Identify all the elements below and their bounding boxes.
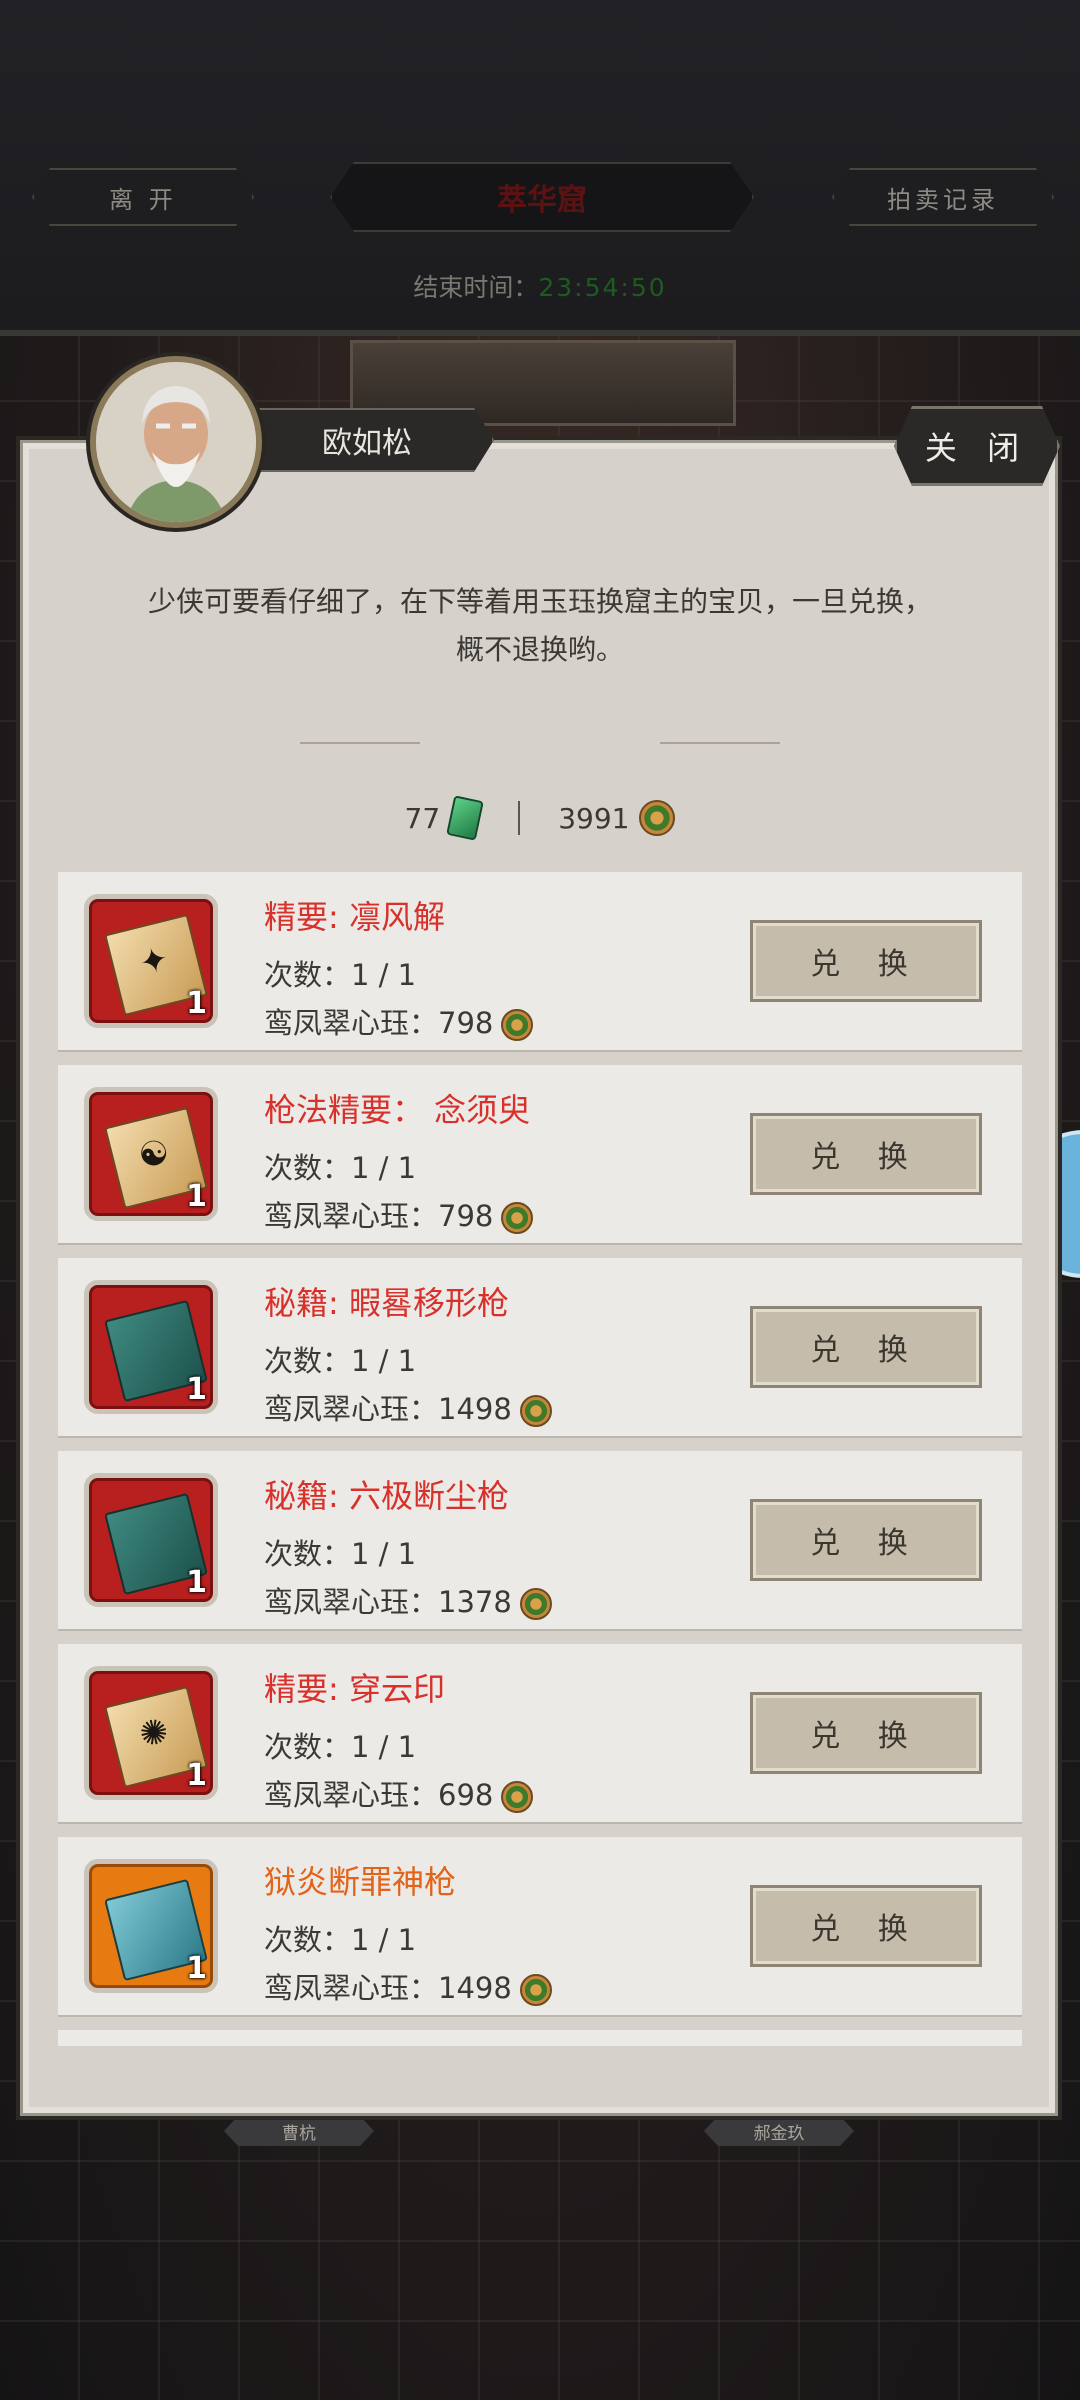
currency-separator bbox=[518, 801, 521, 835]
item-icon[interactable]: ☯ 1 bbox=[84, 1087, 218, 1221]
item-name: 精要: 凛风解 bbox=[264, 898, 445, 936]
end-time-label: 结束时间： bbox=[413, 273, 539, 302]
item-name: 狱炎断罪神枪 bbox=[264, 1863, 457, 1901]
jade-coin-icon bbox=[501, 1781, 534, 1813]
exchange-list[interactable]: ✦ 1 精要: 凛风解 次数：1 / 1 鸾凤翠心珏：798 兑 换 ☯ 1 枪… bbox=[44, 858, 1036, 2046]
jade-coin-icon bbox=[519, 1588, 552, 1620]
book-glyph-icon: ✺ bbox=[135, 1710, 173, 1757]
coin-amount: 3991 bbox=[558, 801, 630, 835]
board-tag-right: 郝金玖 bbox=[704, 2116, 854, 2146]
end-time: 结束时间：23:54:50 bbox=[0, 268, 1080, 304]
message-line-2: 概不退换哟。 bbox=[455, 633, 624, 666]
auction-records-button[interactable]: 拍卖记录 bbox=[832, 168, 1054, 226]
currency-bar: 77 3991 bbox=[0, 795, 1080, 841]
item-cost: 鸾凤翠心珏：698 bbox=[264, 1772, 534, 1814]
cost-value: 798 bbox=[438, 1006, 494, 1040]
board-tag-left: 曹杭 bbox=[224, 2116, 374, 2146]
exchange-button[interactable]: 兑 换 bbox=[750, 1113, 982, 1195]
leave-button[interactable]: 离 开 bbox=[32, 168, 254, 226]
item-icon[interactable]: 1 bbox=[84, 1280, 218, 1414]
item-times: 次数：1 / 1 bbox=[264, 1730, 417, 1764]
book-glyph-icon: ☯ bbox=[134, 1131, 174, 1178]
divider-right bbox=[660, 742, 780, 744]
npc-message: 少侠可要看仔细了，在下等着用玉珏换窟主的宝贝，一旦兑换， 概不退换哟。 bbox=[60, 578, 1020, 674]
item-times: 次数：1 / 1 bbox=[264, 1537, 417, 1571]
item-times: 次数：1 / 1 bbox=[264, 1923, 417, 1957]
item-name: 精要: 穿云印 bbox=[264, 1670, 445, 1708]
close-button[interactable]: 关 闭 bbox=[894, 406, 1060, 486]
exchange-button[interactable]: 兑 换 bbox=[750, 1499, 982, 1581]
item-icon[interactable]: ✦ 1 bbox=[84, 894, 218, 1028]
end-time-value: 23:54:50 bbox=[538, 273, 667, 302]
cost-label: 鸾凤翠心珏： bbox=[264, 1585, 439, 1619]
item-cost: 鸾凤翠心珏：798 bbox=[264, 1000, 534, 1042]
item-count: 1 bbox=[186, 1758, 207, 1793]
item-icon[interactable]: ✺ 1 bbox=[84, 1666, 218, 1800]
book-glyph-icon bbox=[132, 1326, 176, 1370]
book-glyph-icon bbox=[132, 1519, 176, 1563]
item-count: 1 bbox=[186, 1951, 207, 1986]
list-item-partial bbox=[58, 2030, 1022, 2046]
cost-value: 698 bbox=[438, 1778, 494, 1812]
item-name: 秘籍: 暇晷移形枪 bbox=[264, 1284, 509, 1322]
item-count: 1 bbox=[186, 1179, 207, 1214]
jade-token-icon bbox=[446, 795, 485, 841]
cost-value: 1498 bbox=[438, 1392, 512, 1426]
item-times: 次数：1 / 1 bbox=[264, 958, 417, 992]
jade-coin-icon bbox=[501, 1202, 534, 1234]
list-item: ☯ 1 枪法精要： 念须臾 次数：1 / 1 鸾凤翠心珏：798 兑 换 bbox=[58, 1065, 1022, 1243]
auction-title: 萃华窟 bbox=[330, 162, 754, 232]
item-cost: 鸾凤翠心珏：798 bbox=[264, 1193, 534, 1235]
item-count: 1 bbox=[186, 1565, 207, 1600]
item-times: 次数：1 / 1 bbox=[264, 1151, 417, 1185]
list-item: 1 秘籍: 六极断尘枪 次数：1 / 1 鸾凤翠心珏：1378 兑 换 bbox=[58, 1451, 1022, 1629]
npc-avatar bbox=[90, 356, 262, 528]
item-name: 枪法精要： 念须臾 bbox=[264, 1091, 531, 1129]
jade-coin-icon bbox=[501, 1009, 534, 1041]
npc-name: 欧如松 bbox=[230, 408, 494, 472]
item-cost: 鸾凤翠心珏：1498 bbox=[264, 1386, 552, 1428]
cost-label: 鸾凤翠心珏： bbox=[264, 1392, 439, 1426]
list-item: 1 狱炎断罪神枪 次数：1 / 1 鸾凤翠心珏：1498 兑 换 bbox=[58, 1837, 1022, 2015]
list-item: ✺ 1 精要: 穿云印 次数：1 / 1 鸾凤翠心珏：698 兑 换 bbox=[58, 1644, 1022, 1822]
cost-label: 鸾凤翠心珏： bbox=[264, 1199, 439, 1233]
cost-label: 鸾凤翠心珏： bbox=[264, 1778, 439, 1812]
cost-label: 鸾凤翠心珏： bbox=[264, 1006, 439, 1040]
message-line-1: 少侠可要看仔细了，在下等着用玉珏换窟主的宝贝，一旦兑换， bbox=[147, 585, 932, 618]
item-icon[interactable]: 1 bbox=[84, 1859, 218, 1993]
exchange-button[interactable]: 兑 换 bbox=[750, 920, 982, 1002]
exchange-button[interactable]: 兑 换 bbox=[750, 1306, 982, 1388]
item-times: 次数：1 / 1 bbox=[264, 1344, 417, 1378]
item-name: 秘籍: 六极断尘枪 bbox=[264, 1477, 509, 1515]
book-glyph-icon bbox=[132, 1905, 176, 1949]
item-count: 1 bbox=[186, 1372, 207, 1407]
cost-value: 1378 bbox=[438, 1585, 512, 1619]
top-bar: 离 开 萃华窟 拍卖记录 结束时间：23:54:50 bbox=[0, 0, 1080, 336]
elder-portrait-icon bbox=[96, 362, 256, 522]
book-glyph-icon: ✦ bbox=[135, 938, 173, 985]
item-count: 1 bbox=[186, 986, 207, 1021]
jade-coin-icon bbox=[519, 1974, 552, 2006]
list-item: ✦ 1 精要: 凛风解 次数：1 / 1 鸾凤翠心珏：798 兑 换 bbox=[58, 872, 1022, 1050]
item-cost: 鸾凤翠心珏：1378 bbox=[264, 1579, 552, 1621]
cost-value: 798 bbox=[438, 1199, 494, 1233]
jade-coin-icon bbox=[519, 1395, 552, 1427]
divider-left bbox=[300, 742, 420, 744]
cost-value: 1498 bbox=[438, 1971, 512, 2005]
exchange-button[interactable]: 兑 换 bbox=[750, 1885, 982, 1967]
jade-amount: 77 bbox=[404, 801, 441, 835]
list-item: 1 秘籍: 暇晷移形枪 次数：1 / 1 鸾凤翠心珏：1498 兑 换 bbox=[58, 1258, 1022, 1436]
exchange-button[interactable]: 兑 换 bbox=[750, 1692, 982, 1774]
cost-label: 鸾凤翠心珏： bbox=[264, 1971, 439, 2005]
item-icon[interactable]: 1 bbox=[84, 1473, 218, 1607]
jade-coin-icon bbox=[639, 800, 676, 836]
item-cost: 鸾凤翠心珏：1498 bbox=[264, 1965, 552, 2007]
